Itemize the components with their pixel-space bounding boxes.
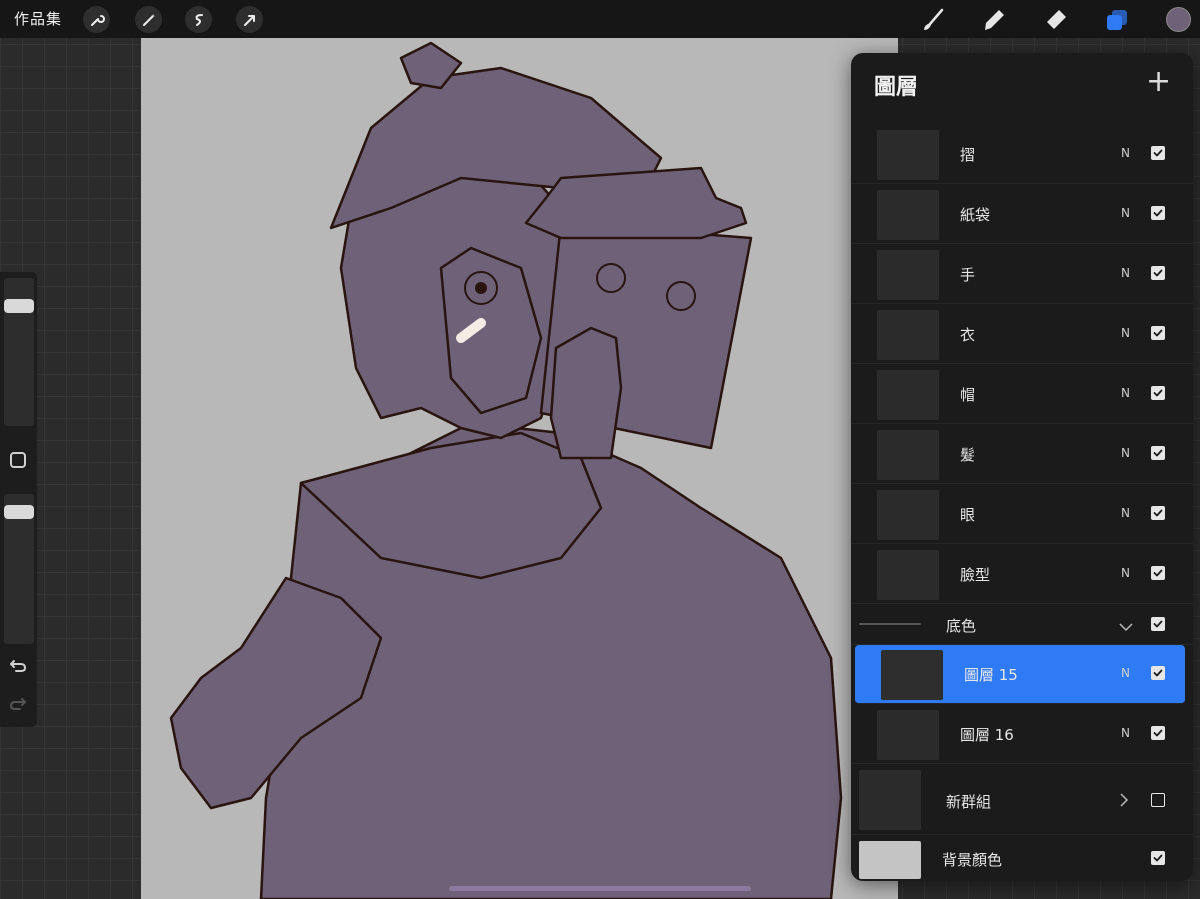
redo-icon[interactable] (9, 696, 27, 716)
layers-panel-title: 圖層 (874, 75, 919, 100)
home-indicator (449, 886, 751, 891)
visibility-checkbox[interactable] (1151, 566, 1165, 580)
modify-button[interactable] (10, 452, 26, 468)
layer-thumbnail (877, 190, 939, 240)
layer-name: 臉型 (960, 566, 991, 584)
blend-mode-button[interactable]: N (1121, 566, 1130, 580)
add-layer-button[interactable]: + (1146, 67, 1171, 97)
layer-row[interactable]: 髮N (851, 425, 1193, 484)
layer-thumbnail (877, 130, 939, 180)
blend-mode-button[interactable]: N (1121, 326, 1130, 340)
background-color-row[interactable]: 背景顏色 (851, 835, 1193, 881)
layer-name: 新群組 (946, 793, 992, 811)
visibility-checkbox[interactable] (1151, 266, 1165, 280)
layer-name: 帽 (960, 386, 976, 404)
blend-mode-button[interactable]: N (1121, 146, 1130, 160)
layer-row[interactable]: 衣N (851, 305, 1193, 364)
blend-mode-button[interactable]: N (1121, 506, 1130, 520)
layer-row-selected[interactable]: 圖層 15 N (855, 645, 1185, 704)
eraser-icon[interactable] (1041, 5, 1071, 35)
artwork (169, 41, 843, 899)
layer-name: 背景顏色 (942, 851, 1003, 869)
layer-name: 衣 (960, 326, 976, 344)
layer-name: 圖層 15 (964, 666, 1018, 684)
layer-thumbnail (859, 770, 921, 830)
top-toolbar: 作品集 (0, 0, 1200, 38)
layer-thumbnail (877, 310, 939, 360)
blend-mode-button[interactable]: N (1121, 266, 1130, 280)
layer-name: 底色 (946, 617, 977, 635)
layer-row[interactable]: 摺N (851, 125, 1193, 184)
wrench-icon[interactable] (83, 6, 110, 33)
undo-icon[interactable] (9, 658, 27, 678)
visibility-checkbox[interactable] (1151, 326, 1165, 340)
layer-name: 摺 (960, 146, 976, 164)
blend-mode-button[interactable]: N (1121, 206, 1130, 220)
layer-thumbnail (877, 250, 939, 300)
visibility-checkbox[interactable] (1151, 386, 1165, 400)
magic-wand-icon[interactable] (135, 6, 162, 33)
drawing-canvas[interactable] (141, 38, 898, 899)
chevron-down-icon[interactable] (1119, 617, 1133, 636)
layer-thumbnail (877, 370, 939, 420)
layer-row[interactable]: 眼N (851, 485, 1193, 544)
opacity-thumb[interactable] (4, 504, 34, 519)
layer-thumbnail (859, 623, 921, 625)
layer-row[interactable]: 臉型 N (851, 545, 1193, 604)
blend-mode-button[interactable]: N (1121, 446, 1130, 460)
layer-thumbnail (877, 490, 939, 540)
visibility-checkbox[interactable] (1151, 506, 1165, 520)
layer-name: 眼 (960, 506, 976, 524)
layers-panel: 圖層 + 摺 N 紙袋 N 手 N 衣 N 帽 N 髮 N 眼 N 臉型 N 底色 圖層 15 N 圖層 16 N 新群組… (851, 53, 1193, 881)
layer-thumbnail (859, 841, 921, 879)
visibility-checkbox[interactable] (1151, 446, 1165, 460)
transform-arrow-icon[interactable] (236, 6, 263, 33)
layer-name: 圖層 16 (960, 726, 1014, 744)
chevron-right-icon[interactable] (1119, 792, 1129, 811)
visibility-checkbox[interactable] (1151, 146, 1165, 160)
layer-name: 手 (960, 266, 976, 284)
layer-row[interactable]: 紙袋 N (851, 185, 1193, 244)
visibility-checkbox[interactable] (1151, 666, 1165, 680)
group-row-new[interactable]: 新群組 (851, 765, 1193, 835)
layer-row[interactable]: 手N (851, 245, 1193, 304)
visibility-checkbox[interactable] (1151, 206, 1165, 220)
blend-mode-button[interactable]: N (1121, 726, 1130, 740)
left-sidebar (0, 272, 37, 727)
layer-name: 紙袋 (960, 206, 991, 224)
layer-row[interactable]: 帽N (851, 365, 1193, 424)
brush-icon[interactable] (918, 5, 948, 35)
blend-mode-button[interactable]: N (1121, 666, 1130, 680)
blend-mode-button[interactable]: N (1121, 386, 1130, 400)
layer-name: 髮 (960, 446, 976, 464)
layer-thumbnail (877, 710, 939, 760)
layer-thumbnail (877, 430, 939, 480)
layer-thumbnail (881, 650, 943, 700)
brush-size-thumb[interactable] (4, 299, 34, 314)
layer-thumbnail (877, 550, 939, 600)
gallery-button[interactable]: 作品集 (14, 8, 62, 29)
visibility-checkbox[interactable] (1151, 851, 1165, 865)
color-picker-swatch[interactable] (1166, 7, 1191, 32)
smudge-icon[interactable] (979, 5, 1009, 35)
layers-icon[interactable] (1102, 5, 1132, 35)
visibility-checkbox[interactable] (1151, 793, 1165, 807)
selection-icon[interactable] (185, 6, 212, 33)
visibility-checkbox[interactable] (1151, 726, 1165, 740)
group-row-base[interactable]: 底色 (851, 605, 1193, 645)
layer-row[interactable]: 圖層 16 N (851, 705, 1193, 764)
visibility-checkbox[interactable] (1151, 617, 1165, 631)
